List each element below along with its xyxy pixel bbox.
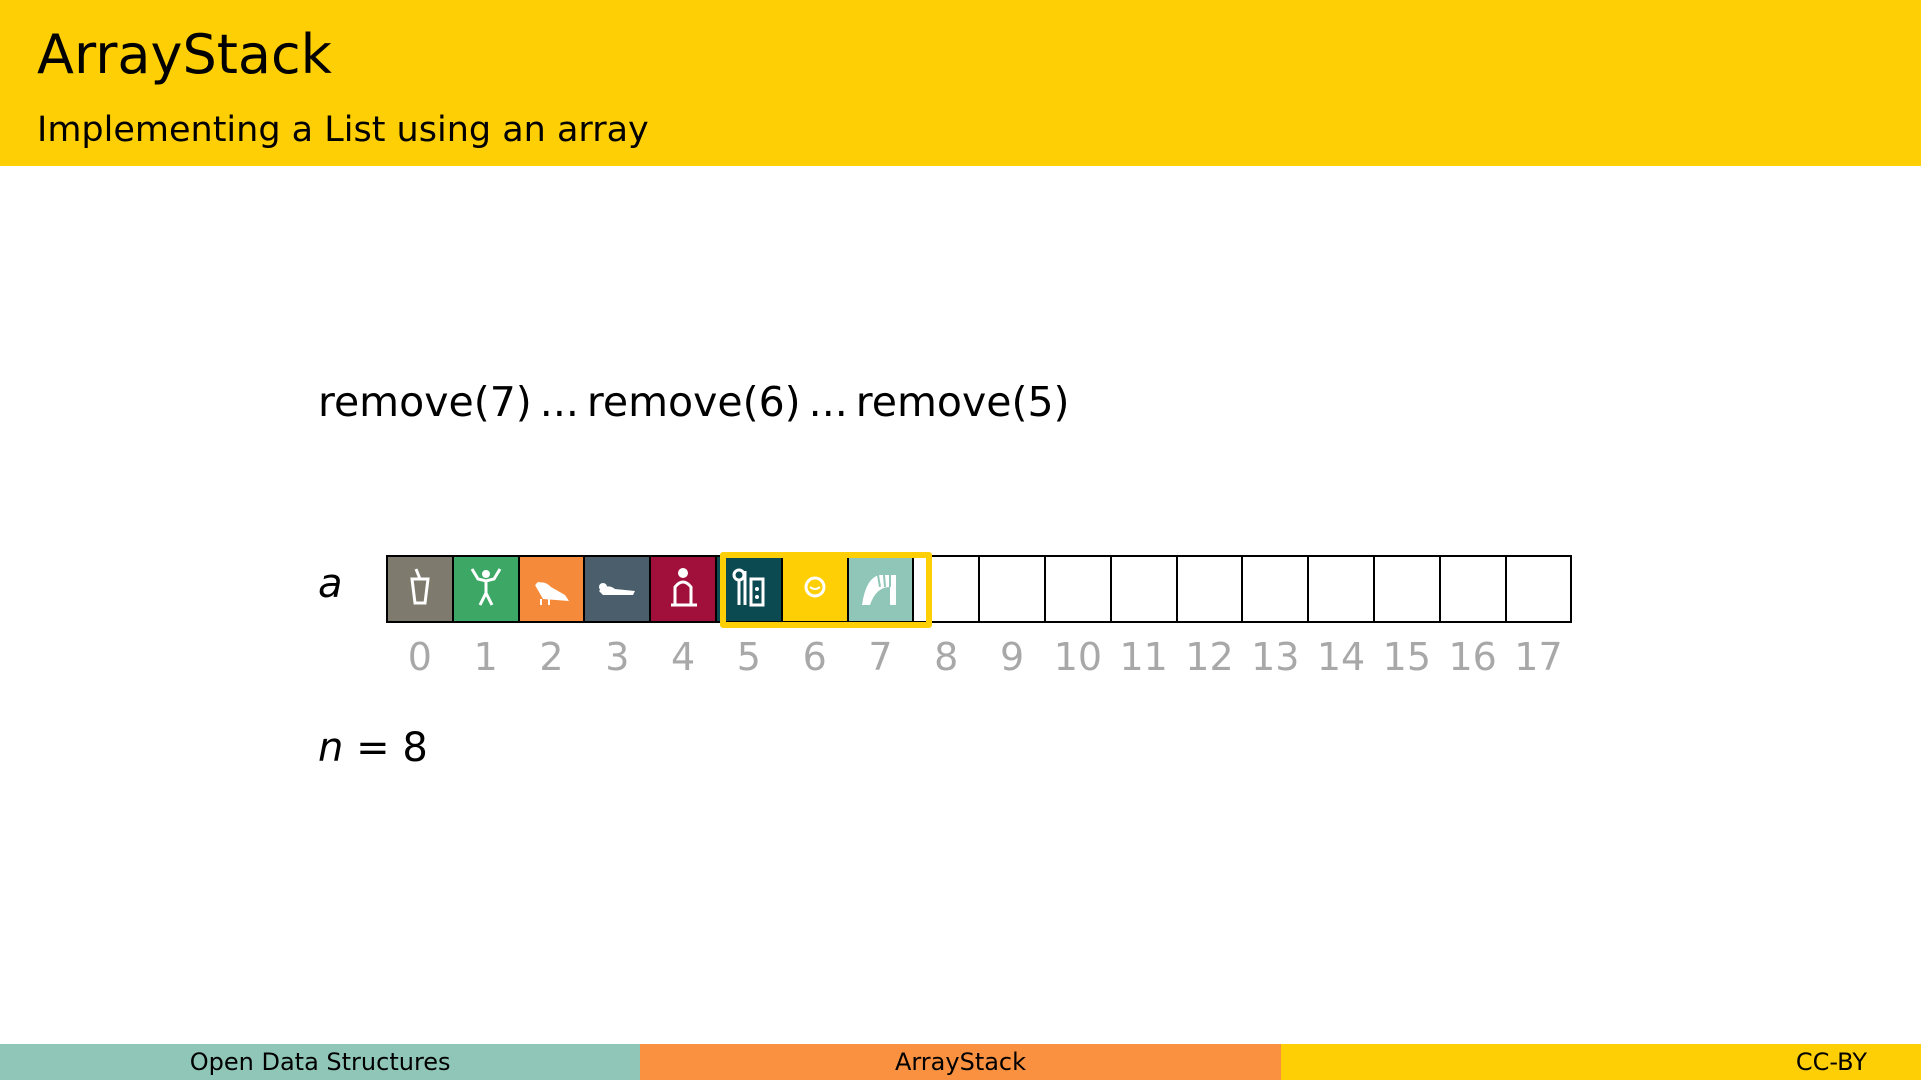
array-index-14: 14	[1316, 635, 1366, 679]
ellipsis: ...	[808, 378, 848, 426]
footer-left: Open Data Structures	[0, 1044, 641, 1080]
array-cell-17	[1504, 555, 1573, 623]
array-cell-3	[583, 555, 652, 623]
array-index-4: 4	[670, 635, 696, 679]
array-cell-6	[780, 555, 849, 623]
array-cell-9	[978, 555, 1046, 623]
array-index-12: 12	[1185, 635, 1234, 679]
n-value: n = 8	[318, 728, 428, 768]
seated-figure-glyph-icon	[661, 565, 705, 613]
slide-subtitle: Implementing a List using an array	[37, 110, 649, 150]
array-index-10: 10	[1053, 635, 1103, 679]
array-index-6: 6	[802, 635, 827, 679]
array-cell-14	[1307, 555, 1375, 623]
operations-line: remove(7)... remove(6)... remove(5)	[318, 382, 1070, 423]
footer-bar: Open Data Structures ArrayStack CC-BY	[0, 1044, 1921, 1080]
array-indices: 0 1 2 3 4 5 6 7 8 9 10 11 12 13 14 15 16 17	[386, 638, 1572, 676]
array-index-16: 16	[1448, 635, 1497, 679]
array-index-1: 1	[473, 635, 498, 679]
operation-remove-7: remove(7)	[318, 378, 532, 426]
array-cells	[386, 555, 1573, 623]
array-cell-2	[517, 555, 586, 623]
bird-glyph-icon	[529, 565, 573, 613]
array-cell-1	[451, 555, 520, 623]
person-arms-raised-glyph-icon	[464, 565, 508, 613]
arch-glyph-icon	[858, 565, 902, 613]
array-index-8: 8	[934, 635, 959, 679]
array-index-17: 17	[1514, 635, 1563, 679]
operation-remove-6: remove(6)	[586, 378, 801, 426]
operation-remove-5: remove(5)	[855, 378, 1070, 426]
array-index-3: 3	[605, 635, 630, 679]
array-index-0: 0	[407, 635, 432, 679]
bucket-glyph-icon	[398, 565, 442, 613]
array-index-15: 15	[1382, 635, 1432, 679]
array-cell-15	[1372, 555, 1441, 623]
array-cell-7	[846, 555, 915, 623]
array-cell-0	[386, 555, 454, 623]
array-cell-8	[912, 555, 981, 623]
array-label: a	[318, 561, 343, 607]
n-equals: =	[356, 725, 390, 771]
array-cell-5	[714, 555, 783, 623]
array-cell-11	[1109, 555, 1178, 623]
array-cell-10	[1043, 555, 1112, 623]
round-head-glyph-icon	[793, 565, 837, 613]
array-cell-16	[1438, 555, 1507, 623]
reclining-animal-glyph-icon	[595, 565, 639, 613]
array-index-13: 13	[1251, 635, 1300, 679]
array-index-9: 9	[999, 635, 1025, 679]
array-index-7: 7	[868, 635, 893, 679]
footer-right: CC-BY	[1280, 1044, 1921, 1080]
vessels-glyph-icon	[727, 565, 771, 613]
array-index-11: 11	[1119, 635, 1168, 679]
array-cell-13	[1241, 555, 1310, 623]
ellipsis: ...	[539, 378, 579, 426]
header-bar: ArrayStack Implementing a List using an …	[0, 0, 1921, 166]
slide-title: ArrayStack	[37, 23, 332, 86]
footer-middle: ArrayStack	[640, 1044, 1281, 1080]
array-index-2: 2	[539, 635, 564, 679]
array-cell-4	[649, 555, 717, 623]
array-index-5: 5	[736, 635, 761, 679]
array-cell-12	[1175, 555, 1244, 623]
n-variable: n	[318, 725, 344, 771]
n-number: 8	[402, 725, 428, 771]
